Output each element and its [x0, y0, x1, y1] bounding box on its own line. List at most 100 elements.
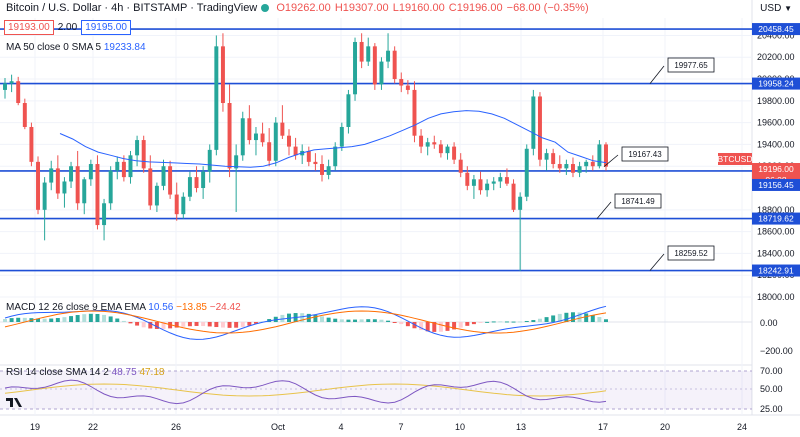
macd-label: MACD 12 26 close 9 EMA EMA: [6, 302, 146, 313]
macd-histogram-bar: [551, 315, 556, 322]
candle-body: [504, 177, 509, 184]
macd-tag: [752, 316, 800, 328]
trade-buttons: 19193.00 2.00 19195.00: [4, 20, 131, 35]
candle-body: [141, 140, 146, 169]
macd-histogram-bar: [366, 319, 371, 322]
candle-body: [293, 146, 298, 156]
symbol-title[interactable]: Bitcoin / U.S. Dollar · 4h · BITSTAMP · …: [6, 2, 257, 14]
chevron-down-icon: ▼: [784, 4, 792, 13]
macd-histogram-bar: [214, 322, 219, 328]
macd-histogram-bar: [471, 322, 476, 325]
ma-value: 19233.84: [103, 42, 146, 53]
macd-histogram-bar: [498, 321, 503, 323]
candle-body: [551, 153, 556, 165]
macd-histogram-bar: [82, 314, 87, 322]
rsi-label: RSI 14 close SMA 14 2: [6, 367, 109, 378]
candle-body: [465, 172, 470, 186]
callout-label: 19167.43: [628, 150, 662, 159]
candle-body: [306, 150, 311, 162]
candle-body: [95, 164, 100, 226]
macd-histogram-bar: [16, 317, 21, 322]
macd-histogram-bar: [544, 317, 549, 322]
candle-body: [148, 168, 153, 206]
candle-body: [584, 161, 589, 167]
buy-button[interactable]: 19195.00: [81, 20, 131, 35]
candle-body: [452, 146, 457, 160]
macd-histogram-bar: [108, 316, 113, 322]
macd-histogram-bar: [102, 314, 107, 322]
candle-body: [471, 179, 476, 186]
candle-body: [372, 46, 377, 85]
rsi-legend[interactable]: RSI 14 close SMA 14 2 48.75 47.18: [6, 367, 164, 378]
candle-body: [187, 177, 192, 197]
candle-body: [511, 183, 516, 210]
sell-button[interactable]: 19193.00: [4, 20, 54, 35]
macd-legend[interactable]: MACD 12 26 close 9 EMA EMA 10.56 −13.85 …: [6, 302, 241, 313]
callout-label: 18259.52: [674, 249, 708, 258]
rsi-axis-label: 25.00: [760, 404, 783, 414]
ohlc-change: −68.00 (−0.35%): [506, 2, 589, 14]
candle-body: [214, 46, 219, 150]
candle-body: [62, 181, 67, 194]
time-axis-label: 17: [598, 422, 608, 432]
candle-body: [161, 166, 166, 186]
macd-histogram-bar: [511, 321, 516, 323]
macd-histogram-bar: [604, 319, 608, 322]
macd-histogram-bar: [55, 318, 60, 322]
market-status-icon: [261, 4, 270, 13]
candle-body: [399, 79, 404, 86]
rsi-axis-label: 70.00: [760, 366, 783, 376]
candle-body: [425, 142, 430, 147]
macd-histogram-bar: [531, 320, 536, 322]
time-axis-label: 13: [516, 422, 526, 432]
ma-legend[interactable]: MA 50 close 0 SMA 5 19233.84: [6, 42, 146, 53]
candle-body: [564, 164, 569, 169]
price-axis-label: 19800.00: [757, 96, 795, 106]
macd-histogram-bar: [485, 321, 490, 323]
candle-body: [174, 194, 179, 215]
time-axis-label: 24: [737, 422, 747, 432]
candle-body: [29, 126, 34, 162]
candle-body: [253, 133, 258, 141]
candle-body: [353, 41, 358, 95]
candle-body: [128, 155, 133, 178]
candle-body: [240, 118, 245, 156]
candle-body: [247, 118, 252, 141]
candle-body: [597, 144, 602, 167]
price-axis-label: 18600.00: [757, 227, 795, 237]
candle-body: [359, 41, 364, 62]
candle-body: [287, 135, 291, 147]
macd-histogram-bar: [49, 318, 54, 322]
macd-histogram-bar: [386, 320, 391, 322]
macd-histogram-bar: [392, 322, 397, 323]
candle-body: [590, 161, 595, 167]
ohlc-close: C19196.00: [448, 2, 503, 14]
macd-histogram-bar: [95, 313, 100, 322]
macd-histogram-bar: [372, 319, 377, 322]
time-axis-label: Oct: [271, 422, 286, 432]
candle-body: [154, 185, 159, 206]
macd-histogram-bar: [62, 317, 67, 322]
macd-histogram-bar: [141, 322, 146, 328]
candle-body: [544, 153, 549, 160]
spread-value: 2.00: [57, 22, 78, 33]
candle-body: [227, 103, 232, 169]
ohlc-high: H19307.00: [334, 2, 389, 14]
macd-histogram-bar: [194, 322, 199, 326]
candle-body: [260, 133, 265, 143]
rsi-axis-label: 50.00: [760, 384, 783, 394]
candle-body: [22, 103, 27, 127]
candle-body: [478, 179, 483, 191]
macd-histogram-bar: [504, 321, 509, 323]
candle-body: [339, 126, 344, 147]
macd-histogram-bar: [320, 316, 324, 322]
ma-label: MA 50 close 0 SMA 5: [6, 42, 102, 53]
price-tag-label: 19196.00: [758, 164, 794, 174]
currency-selector[interactable]: USD ▼: [760, 3, 792, 14]
candle-body: [386, 50, 391, 62]
candle-body: [69, 166, 74, 182]
macd-histogram-bar: [227, 322, 232, 328]
macd-value-2: −13.85: [176, 302, 207, 313]
macd-histogram-bar: [187, 322, 192, 327]
macd-histogram-bar: [346, 319, 351, 322]
